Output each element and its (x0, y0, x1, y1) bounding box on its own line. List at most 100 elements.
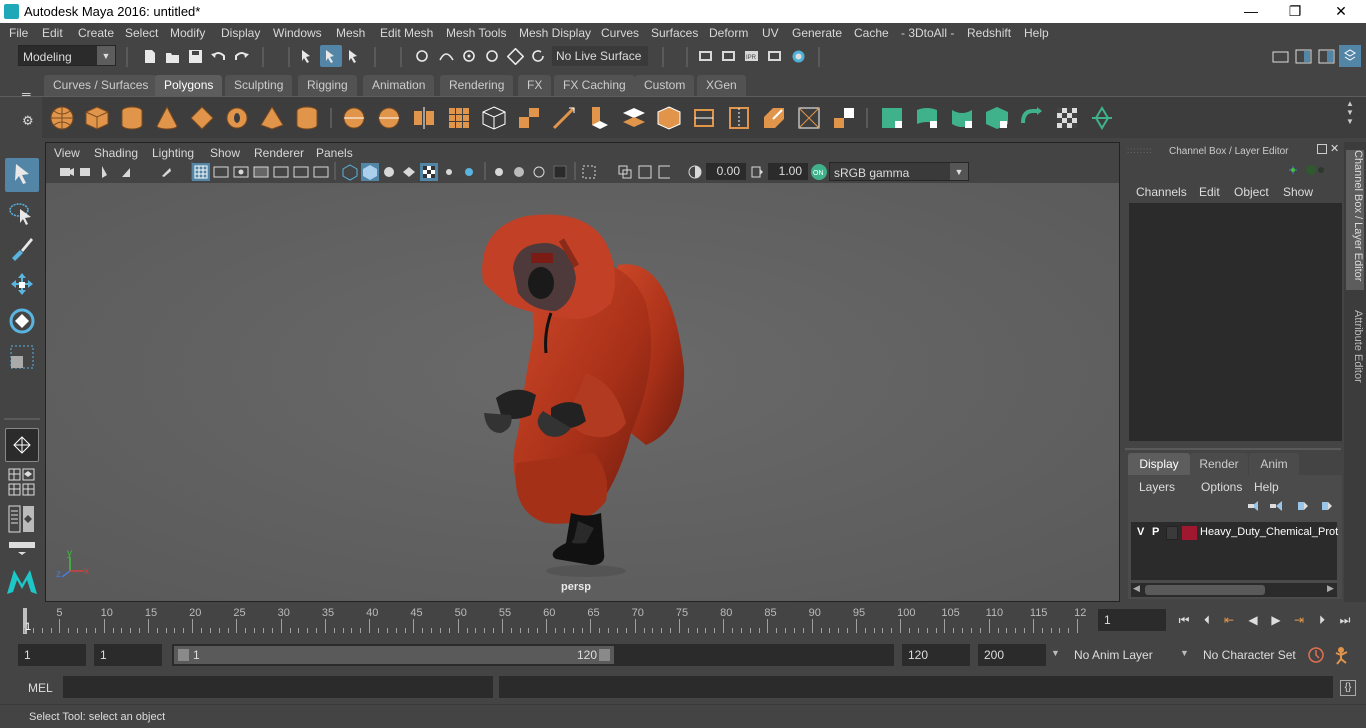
shelf-tab-rigging[interactable]: Rigging (298, 75, 357, 96)
unfold-uv-icon[interactable] (1089, 105, 1115, 131)
cut-sew-uv-icon[interactable] (1019, 105, 1045, 131)
shelf-tab-fx-caching[interactable]: FX Caching (554, 75, 635, 96)
two-view-layout-button[interactable] (8, 483, 36, 497)
side-tab-attribute-editor[interactable]: Attribute Editor (1346, 310, 1364, 400)
snap-curve-icon[interactable] (438, 48, 455, 65)
scrollbar-thumb[interactable] (1145, 585, 1265, 595)
menu-uv[interactable]: UV (762, 26, 779, 40)
script-editor-icon[interactable]: {} (1340, 680, 1356, 696)
panel-menu-renderer[interactable]: Renderer (254, 146, 304, 160)
go-to-start-icon[interactable]: ⏮ (1176, 612, 1192, 628)
menu-windows[interactable]: Windows (273, 26, 322, 40)
shelf-tab-sculpting[interactable]: Sculpting (225, 75, 293, 96)
animation-end-field[interactable]: 200 (978, 644, 1046, 666)
menu-create[interactable]: Create (78, 26, 114, 40)
reduce-icon[interactable] (481, 105, 507, 131)
shelf-scroll-icon[interactable]: ▲ ▼ ▼ (1346, 99, 1354, 126)
minimize-button[interactable]: — (1228, 0, 1274, 23)
live-surface-field[interactable]: No Live Surface (552, 46, 648, 66)
menu-edit-mesh[interactable]: Edit Mesh (380, 26, 433, 40)
shelf-tab-animation[interactable]: Animation (363, 75, 435, 96)
menu-display[interactable]: Display (221, 26, 260, 40)
bridge-icon[interactable] (621, 105, 647, 131)
channel-list[interactable] (1129, 203, 1342, 441)
panel-splitter[interactable] (1125, 448, 1341, 450)
mel-language-toggle[interactable]: MEL (28, 681, 53, 695)
poly-plane-icon[interactable] (189, 105, 215, 131)
quadrangulate-icon[interactable] (516, 105, 542, 131)
poly-pipe-icon[interactable] (294, 105, 320, 131)
menu-set-dropdown[interactable]: Modeling ▼ (18, 45, 116, 66)
channel-edit-menu[interactable]: Edit (1199, 185, 1220, 199)
step-forward-frame-icon[interactable]: ⏵ (1314, 612, 1330, 628)
isolate-icon-group[interactable] (580, 163, 670, 181)
render-view-icon[interactable] (697, 48, 714, 65)
gamma-field[interactable]: 1.00 (768, 163, 808, 180)
time-slider-bar[interactable]: 1 5 10 15 20 25 30 35 40 45 50 55 60 65 70 75 80 85 90 95 1… (20, 605, 1090, 635)
menu-surfaces[interactable]: Surfaces (651, 26, 698, 40)
ipr-render-icon[interactable]: IPR (743, 48, 760, 65)
combine-icon[interactable] (341, 105, 367, 131)
poly-cube-icon[interactable] (84, 105, 110, 131)
toggle-attribute-editor-icon[interactable] (1295, 48, 1312, 65)
maximize-button[interactable]: ❐ (1272, 0, 1318, 23)
color-management-button[interactable]: ON (810, 163, 828, 181)
menu-redshift[interactable]: Redshift (967, 26, 1011, 40)
uv-editor-icon[interactable] (879, 105, 905, 131)
play-backwards-icon[interactable]: ◀ (1245, 612, 1261, 628)
grid-toggle-button[interactable] (192, 163, 210, 181)
chevron-down-icon[interactable]: ▼ (1051, 648, 1060, 658)
menu-curves[interactable]: Curves (601, 26, 639, 40)
display-options-icon-group[interactable] (490, 163, 570, 181)
options-menu[interactable]: Options (1201, 480, 1242, 494)
exposure-field[interactable]: 0.00 (706, 163, 746, 180)
channel-show-menu[interactable]: Show (1283, 185, 1313, 199)
layers-menu[interactable]: Layers (1139, 480, 1175, 494)
layer-playback-toggle[interactable]: P (1152, 526, 1159, 538)
chevron-down-icon[interactable]: ▼ (1180, 648, 1189, 658)
layer-reference-toggle[interactable] (1166, 526, 1178, 540)
target-weld-icon[interactable] (796, 105, 822, 131)
menu-file[interactable]: File (9, 26, 28, 40)
scale-tool-button[interactable] (5, 340, 39, 374)
view-transform-dropdown[interactable]: sRGB gamma ▼ (829, 162, 969, 181)
layer-help-menu[interactable]: Help (1254, 480, 1279, 494)
select-by-hierarchy-icon[interactable] (299, 48, 316, 65)
render-current-frame-icon[interactable] (720, 48, 737, 65)
channel-object-menu[interactable]: Object (1234, 185, 1269, 199)
hypershade-icon[interactable] (790, 48, 807, 65)
range-slider-handle[interactable]: 1 120 (174, 646, 614, 664)
snap-view-plane-icon[interactable] (484, 48, 501, 65)
four-view-layout-button[interactable] (8, 468, 36, 482)
anim-layer-dropdown[interactable]: No Anim Layer (1068, 644, 1168, 666)
layer-visibility-toggle[interactable]: V (1137, 526, 1144, 538)
layer-tab-display[interactable]: Display (1128, 453, 1190, 475)
layer-tab-anim[interactable]: Anim (1249, 453, 1299, 475)
layer-name[interactable]: Heavy_Duty_Chemical_Prot (1200, 526, 1338, 538)
cylindrical-map-icon[interactable] (949, 105, 975, 131)
viewport-canvas[interactable] (46, 183, 1119, 601)
panel-menu-show[interactable]: Show (210, 146, 240, 160)
playback-end-field[interactable]: 120 (902, 644, 970, 666)
shelf-menu-icon[interactable]: ═ (22, 87, 31, 101)
poly-pyramid-icon[interactable] (259, 105, 285, 131)
menu-modify[interactable]: Modify (170, 26, 205, 40)
shelf-tab-xgen[interactable]: XGen (697, 75, 746, 96)
multi-cut-icon[interactable] (551, 105, 577, 131)
panel-menu-view[interactable]: View (54, 146, 80, 160)
menu-edit[interactable]: Edit (42, 26, 63, 40)
wireframe-icon[interactable] (340, 163, 360, 181)
menu-cache[interactable]: Cache (854, 26, 889, 40)
shelf-tab-fx[interactable]: FX (518, 75, 552, 96)
menu-generate[interactable]: Generate (792, 26, 842, 40)
render-settings-icon[interactable] (766, 48, 783, 65)
side-tab-channel-box[interactable]: Channel Box / Layer Editor (1346, 150, 1364, 290)
scroll-left-icon[interactable]: ◀ (1133, 583, 1140, 594)
layer-row[interactable]: V P Heavy_Duty_Chemical_Prot (1131, 524, 1338, 542)
menu-mesh-tools[interactable]: Mesh Tools (446, 26, 506, 40)
animation-start-field[interactable]: 1 (18, 644, 86, 666)
select-component-icon[interactable] (346, 48, 363, 65)
panel-menu-panels[interactable]: Panels (316, 146, 353, 160)
layer-horizontal-scrollbar[interactable]: ◀ ▶ (1131, 583, 1337, 597)
mirror-icon[interactable] (411, 105, 437, 131)
